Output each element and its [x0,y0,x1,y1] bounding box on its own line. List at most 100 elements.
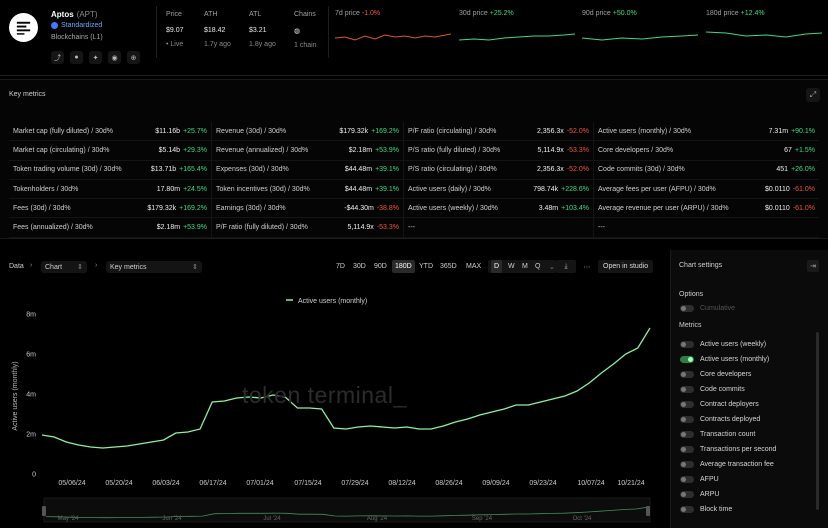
collapse-panel-icon[interactable]: ⇥ [807,260,819,272]
metric-cell[interactable]: Active users (weekly) / 30d% 3.48m +103.4% [404,199,594,218]
toggle-switch[interactable] [680,475,694,483]
sparkline-90d-chart [582,34,698,41]
metric-change: +165.4% [179,166,207,174]
range-max[interactable]: MAX [463,260,484,273]
metric-cell[interactable]: P/S ratio (fully diluted) / 30d% 5,114.9x… [404,141,594,160]
sparkline-180d: 180d price +12.4% [706,10,822,48]
metric-toggle-row[interactable]: Transactions per second [680,444,776,454]
aptos-logo-icon [16,21,31,35]
metric-cell[interactable]: Earnings (30d) / 30d% -$44.30m -38.8% [212,199,404,218]
metric-cell[interactable]: Average revenue per user (ARPU) / 30d% $0… [594,199,819,217]
metric-cell[interactable]: Tokenholders / 30d% 17.80m +24.5% [9,179,212,199]
chart-type-select[interactable]: Chart ⇕ [41,261,87,273]
metric-toggle-row[interactable]: Transaction count [680,429,755,439]
x-tick-label: 08/12/24 [388,480,415,487]
metric-toggle-row[interactable]: AFPU [680,474,719,484]
metric-cell[interactable]: P/F ratio (circulating) / 30d% 2,356.3x -5… [404,122,594,141]
toggle-switch[interactable] [680,490,694,498]
granularity-w[interactable]: W [505,260,518,273]
x-tick-label: 08/26/24 [435,480,462,487]
toggle-switch[interactable] [680,385,694,393]
range-30d[interactable]: 30D [350,260,369,273]
download-icon[interactable]: ⤓ [556,260,576,273]
range-365d[interactable]: 365D [437,260,460,273]
x-tick-label: 06/17/24 [199,480,226,487]
metric-cell[interactable]: Fees (30d) / 30d% $179.32k +169.2% [9,199,212,218]
project-category[interactable]: Blockchains (L1) [51,34,103,41]
metric-cell[interactable]: Fees (annualized) / 30d% $2.18m +53.9% [9,218,212,237]
more-icon[interactable]: ⋯ [580,260,594,273]
metric-group-select[interactable]: Key metrics ⇕ [106,261,202,273]
chevron-updown-icon: ⇕ [77,264,83,271]
toggle-switch[interactable] [680,505,694,513]
breadcrumb-data[interactable]: Data [9,263,24,270]
expand-icon[interactable]: ⤢ [806,88,820,102]
metric-cell[interactable]: Expenses (30d) / 30d% $44.48m +39.1% [212,160,404,179]
toggle-switch[interactable] [680,430,694,438]
granularity-d[interactable]: D [491,260,503,273]
metric-cell[interactable]: --- [404,218,594,237]
metric-toggle-row[interactable]: Contract deployers [680,399,759,409]
live-indicator: • Live [166,41,184,48]
metric-cell[interactable]: Active users (monthly) / 30d% 7.31m +90.1% [594,122,819,140]
metric-cell[interactable]: --- [594,218,819,236]
toggle-switch[interactable] [680,415,694,423]
metric-toggle-row[interactable]: Block time [680,504,732,514]
toggle-cumulative[interactable]: Cumulative [680,303,735,313]
range-7d[interactable]: 7D [333,260,348,273]
x-tick-label: 06/03/24 [152,480,179,487]
x-tick-label: 10/07/24 [577,480,604,487]
metric-cell[interactable]: Code commits (30d) / 30d% 451 +26.0% [594,161,819,179]
metric-toggle-row[interactable]: Average transaction fee [680,459,774,469]
toggle-switch[interactable] [680,340,694,348]
metric-toggle-row[interactable]: Core developers [680,369,751,379]
toggle-switch[interactable] [680,355,694,363]
metric-cell[interactable]: Token incentives (30d) / 30d% $44.48m +39.… [212,179,404,199]
settings-scrollbar[interactable] [816,332,819,510]
metric-cell[interactable]: Market cap (fully diluted) / 30d% $11.16b… [9,122,212,141]
metric-toggle-row[interactable]: Active users (monthly) [680,354,769,364]
toggle-switch[interactable] [680,460,694,468]
metric-cell[interactable]: Core developers / 30d% 67 +1.5% [594,141,819,159]
metric-cell[interactable]: Active users (daily) / 30d% 798.74k +228.6… [404,179,594,199]
check-icon [51,22,58,29]
granularity-m[interactable]: M [519,260,531,273]
github-icon[interactable]: ● [70,51,83,64]
standardized-badge: Standardized [51,21,102,30]
globe-icon[interactable]: ⊕ [127,51,140,64]
metric-value: $11.16b [155,127,181,135]
metric-toggle-row[interactable]: Active users (weekly) [680,339,766,349]
metric-toggle-row[interactable]: ARPU [680,489,719,499]
metric-value: $13.71b [150,166,177,174]
metric-toggle-row[interactable]: Code commits [680,384,745,394]
metric-change: +90.1% [791,127,815,135]
metric-toggle-row[interactable]: Contracts deployed [680,414,760,424]
navigator-label: Jul '24 [263,516,281,522]
metric-change: +39.1% [375,185,399,193]
twitter-icon[interactable]: ✦ [89,51,102,64]
metric-toggle-label: Contract deployers [700,400,759,408]
range-ytd[interactable]: YTD [416,260,436,273]
metric-cell[interactable]: Revenue (30d) / 30d% $179.32k +169.2% [212,122,404,141]
toggle-switch[interactable] [680,445,694,453]
range-90d[interactable]: 90D [371,260,390,273]
metric-cell[interactable]: P/F ratio (fully diluted) / 30d% 5,114.9x… [212,218,404,237]
metric-change: -53.3% [566,146,589,154]
toggle-switch[interactable] [680,400,694,408]
metric-cell[interactable]: Revenue (annualized) / 30d% $2.18m +53.9% [212,141,404,160]
toggle-switch[interactable] [680,304,694,312]
range-180d[interactable]: 180D [392,260,415,273]
chart-area[interactable]: Active users (monthly) Active users (mont… [0,286,664,528]
link-icon[interactable]: ⤴ [51,51,64,64]
metric-cell[interactable]: P/S ratio (circulating) / 30d% 2,356.3x -5… [404,160,594,179]
metric-name: P/S ratio (circulating) / 30d% [408,166,497,174]
metric-cell[interactable]: Token trading volume (30d) / 30d% $13.71b… [9,160,212,179]
toggle-switch[interactable] [680,370,694,378]
open-in-studio-button[interactable]: Open in studio [598,260,654,273]
metric-name: Fees (annualized) / 30d% [13,224,93,232]
metric-cell[interactable]: Market cap (circulating) / 30d% $5.14b +29… [9,141,212,160]
metric-change: +24.5% [183,185,207,193]
granularity-q[interactable]: Q [532,260,543,273]
metric-cell[interactable]: Average fees per user (AFPU) / 30d% $0.01… [594,180,819,198]
discord-icon[interactable]: ◉ [108,51,121,64]
